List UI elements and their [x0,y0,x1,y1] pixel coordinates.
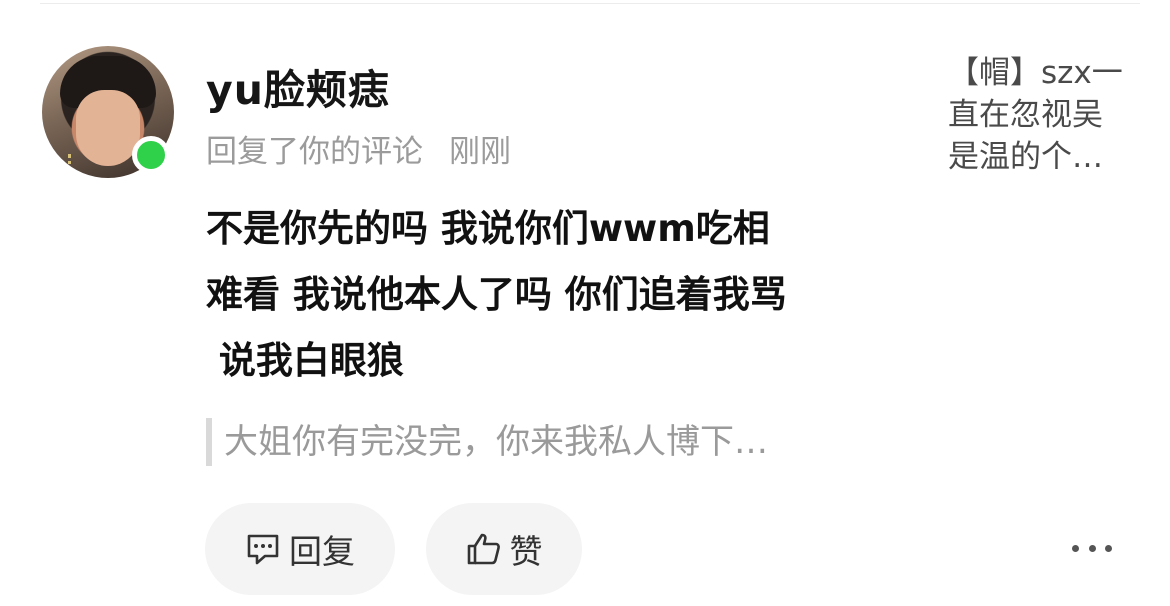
referenced-post-preview[interactable]: 【帽】szx一 直在忽视吴 是温的个… [948,52,1138,178]
avatar-chain [68,154,83,178]
timestamp: 刚刚 [449,134,511,170]
more-dot [1088,544,1096,552]
preview-line: 直在忽视吴 [948,97,1103,133]
username[interactable]: yu脸颊痣 [206,56,390,116]
thumbs-up-icon [466,532,502,566]
like-button[interactable]: 赞 [426,503,582,595]
more-options-icon[interactable] [1072,538,1112,558]
reply-label: 回复 [289,532,355,571]
comment-icon [245,532,281,566]
preview-line: 是温的个… [948,139,1103,175]
preview-line: 【帽】szx一 [948,55,1123,91]
online-status-dot [132,136,170,174]
quoted-original-comment[interactable]: 大姐你有完没完，你来我私人博下… [206,418,768,466]
avatar-face [76,90,140,166]
reply-button[interactable]: 回复 [205,503,395,595]
action-text: 回复了你的评论 [206,134,423,170]
reply-comment-text[interactable]: 不是你先的吗 我说你们wwm吃相 难看 我说他本人了吗 你们追着我骂 说我白眼狼 [206,196,906,394]
comment-line: 说我白眼狼 [206,339,404,382]
comment-line: 不是你先的吗 我说你们wwm吃相 [206,207,770,250]
top-divider [40,3,1140,4]
more-dot [1105,544,1112,552]
like-label: 赞 [509,532,543,571]
notification-meta: 回复了你的评论 刚刚 [206,126,511,171]
more-dot [1072,544,1079,552]
comment-line: 难看 我说他本人了吗 你们追着我骂 [206,273,787,316]
